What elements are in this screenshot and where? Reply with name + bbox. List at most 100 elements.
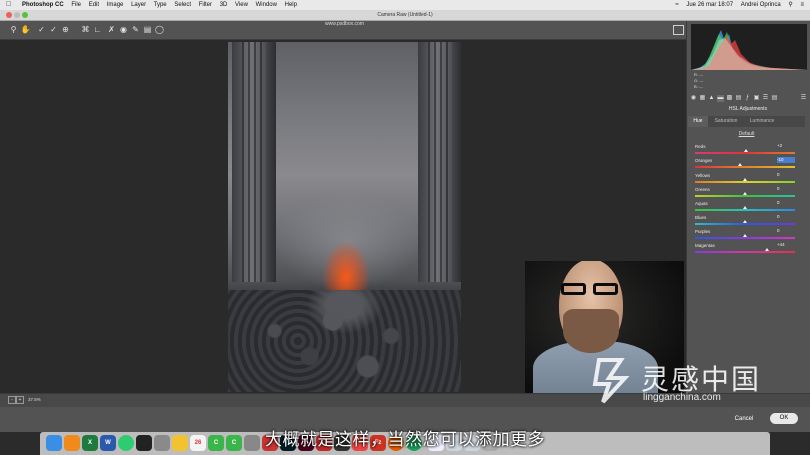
slider-value-input[interactable]: 0 [777,200,795,206]
image-preview[interactable] [228,42,461,392]
slider-thumb[interactable] [738,163,742,166]
slider-value-input[interactable]: 0 [777,172,795,178]
user-name[interactable]: Andrei Oprinca [741,2,781,8]
slider-thumb[interactable] [743,206,747,209]
white-balance-tool-icon[interactable]: ✓ [36,24,47,35]
spot-removal-tool-icon[interactable]: ✗ [106,24,117,35]
panel-menu-icon[interactable]: ☰ [800,95,807,102]
menu-list-icon[interactable]: ≡ [800,2,804,8]
menu-image[interactable]: Image [107,2,124,8]
basic-panel-icon[interactable]: ◉ [690,95,697,102]
zoom-in-button[interactable]: + [16,396,24,404]
slider-thumb[interactable] [743,220,747,223]
slider-track[interactable] [695,166,795,168]
wifi-icon[interactable]: ≈ [675,2,678,8]
tab-saturation[interactable]: Saturation [708,116,744,127]
adjustment-brush-icon[interactable]: ✎ [130,24,141,35]
menu-file[interactable]: File [71,2,81,8]
straighten-tool-icon[interactable]: ∟ [92,24,103,35]
slider-value-input[interactable]: 0 [777,228,795,234]
blue-readout: B: --- [694,84,703,89]
menu-app[interactable]: Photoshop CC [22,2,64,8]
zoom-window-button[interactable] [22,12,28,18]
excel-icon[interactable]: X [82,435,98,451]
menu-select[interactable]: Select [174,2,191,8]
word-icon[interactable]: W [100,435,116,451]
fullscreen-icon[interactable] [673,25,684,35]
menu-layer[interactable]: Layer [131,2,146,8]
radial-filter-icon[interactable]: ◯ [154,24,165,35]
zoom-level[interactable]: 37.5% [28,397,41,402]
watermark: 灵感中国 lingganchina.com [585,354,790,409]
lens-panel-icon[interactable]: ▤ [735,95,742,102]
slider-track[interactable] [695,195,795,197]
hsl-panel-icon[interactable]: ▬ [717,95,724,102]
hand-tool-icon[interactable]: ✋ [20,24,31,35]
search-icon[interactable]: ⚲ [788,2,792,8]
slider-thumb[interactable] [743,178,747,181]
slider-track[interactable] [695,209,795,211]
minimize-window-button[interactable] [14,12,20,18]
menu-view[interactable]: View [235,2,248,8]
crop-tool-icon[interactable]: ⌘ [80,24,91,35]
camera-calibration-panel-icon[interactable]: ▣ [753,95,760,102]
slider-value-input[interactable]: +2 [777,143,795,149]
split-toning-panel-icon[interactable]: ▩ [726,95,733,102]
targeted-adjustment-tool-icon[interactable]: ⊕ [60,24,71,35]
slider-magentas: Magentas +44 [695,242,797,255]
finder-icon[interactable] [46,435,62,451]
slider-label: Yellows [695,173,711,178]
slider-thumb[interactable] [765,248,769,251]
cancel-button[interactable]: Cancel [726,414,762,424]
menu-window[interactable]: Window [256,2,277,8]
presenter-beard [563,309,619,353]
slider-label: Reds [695,144,706,149]
clock[interactable]: Jue 26 mar 18:07 [686,2,733,8]
slider-value-input[interactable]: 0 [777,214,795,220]
menu-edit[interactable]: Edit [89,2,99,8]
slider-track[interactable] [695,251,795,253]
menu-help[interactable]: Help [285,2,297,8]
presenter-glasses [557,283,623,295]
zoom-out-button[interactable]: - [8,396,16,404]
panel-tab-icons: ◉ ▦ ▲ ▬ ▩ ▤ ƒ ▣ ☰ ▤ ☰ [688,95,808,105]
slider-track[interactable] [695,181,795,183]
presets-panel-icon[interactable]: ☰ [762,95,769,102]
tab-hue[interactable]: Hue [688,116,708,127]
menu-bar:  Photoshop CC File Edit Image Layer Typ… [0,0,810,10]
slider-blues: Blues 0 [695,214,797,227]
slider-track[interactable] [695,223,795,225]
menu-3d[interactable]: 3D [220,2,228,8]
tab-luminance[interactable]: Luminance [744,116,780,127]
slider-thumb[interactable] [743,234,747,237]
slider-track[interactable] [695,237,795,239]
slider-yellows: Yellows 0 [695,172,797,185]
apple-icon[interactable]:  [6,0,11,10]
right-column [418,42,461,282]
slider-purples: Purples 0 [695,228,797,241]
zoom-tool-icon[interactable]: ⚲ [8,24,19,35]
tone-curve-panel-icon[interactable]: ▦ [699,95,706,102]
slider-value-input[interactable]: 0 [777,186,795,192]
slider-track[interactable] [695,152,795,154]
ok-button[interactable]: OK [770,413,798,424]
default-link[interactable]: Default [688,131,805,137]
effects-panel-icon[interactable]: ƒ [744,95,751,102]
red-eye-tool-icon[interactable]: ◉ [118,24,129,35]
slider-thumb[interactable] [744,149,748,152]
slider-value-input[interactable]: +44 [777,242,795,248]
graduated-filter-icon[interactable]: ▤ [142,24,153,35]
slider-oranges: Oranges -10 [695,157,797,170]
slider-label: Purples [695,229,711,234]
snapshots-panel-icon[interactable]: ▤ [771,95,778,102]
slider-value-input[interactable]: -10 [777,157,795,163]
close-window-button[interactable] [6,12,12,18]
detail-panel-icon[interactable]: ▲ [708,95,715,102]
rgb-readout: R: --- G: --- B: --- [694,72,703,90]
color-sampler-tool-icon[interactable]: ✓ [48,24,59,35]
menu-type[interactable]: Type [154,2,167,8]
whatsapp-icon[interactable] [118,435,134,451]
slider-thumb[interactable] [743,192,747,195]
menu-filter[interactable]: Filter [199,2,212,8]
vlc-icon[interactable] [64,435,80,451]
